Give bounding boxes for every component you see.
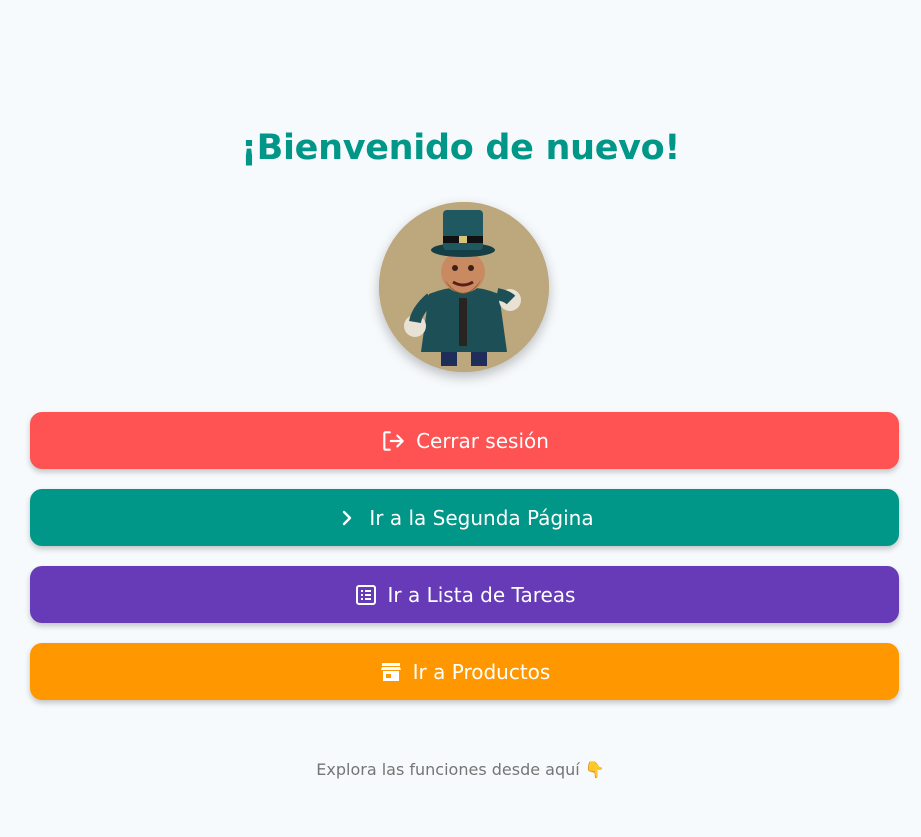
logout-icon — [380, 428, 406, 454]
footer-hint: Explora las funciones desde aquí 👇 — [316, 760, 605, 779]
home-screen: ¡Bienvenido de nuevo! Cerrar sesión Ir a… — [0, 0, 921, 837]
task-list-button[interactable]: Ir a Lista de Tareas — [30, 566, 899, 623]
logout-button-label: Cerrar sesión — [416, 428, 549, 453]
chevron-right-icon — [335, 506, 359, 530]
page-title: ¡Bienvenido de nuevo! — [240, 128, 681, 168]
products-button[interactable]: Ir a Productos — [30, 643, 899, 700]
logout-button[interactable]: Cerrar sesión — [30, 412, 899, 469]
avatar — [379, 202, 549, 372]
leprechaun-avatar-image — [379, 202, 549, 372]
store-icon — [379, 660, 403, 684]
task-list-button-label: Ir a Lista de Tareas — [387, 582, 576, 607]
second-page-button[interactable]: Ir a la Segunda Página — [30, 489, 899, 546]
list-icon — [354, 583, 378, 607]
second-page-button-label: Ir a la Segunda Página — [369, 505, 594, 530]
products-button-label: Ir a Productos — [412, 659, 551, 684]
